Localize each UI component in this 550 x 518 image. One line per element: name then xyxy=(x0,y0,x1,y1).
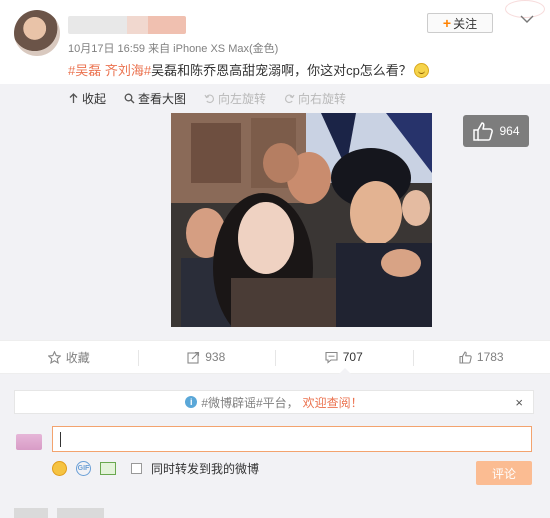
magnifier-icon xyxy=(124,93,135,104)
avatar[interactable] xyxy=(14,10,60,56)
repost-button[interactable]: 938 xyxy=(137,341,276,373)
favorite-label: 收藏 xyxy=(65,350,90,365)
comment-icon xyxy=(325,351,338,364)
media-panel: 收起 查看大图 向左旋转 向右旋转 964 xyxy=(0,84,550,340)
rumor-notice-bar: i #微博辟谣#平台， 欢迎查阅！ × xyxy=(14,390,534,414)
thumbs-up-icon xyxy=(459,350,472,364)
collapse-button[interactable]: 收起 xyxy=(68,90,106,107)
photo-like-button[interactable]: 964 xyxy=(463,115,529,147)
comment-panel: i #微博辟谣#平台， 欢迎查阅！ × GIF 同时转发到我的微博 评论 xyxy=(0,374,550,518)
media-toolbar: 收起 查看大图 向左旋转 向右旋转 xyxy=(68,90,346,107)
comment-input[interactable] xyxy=(52,426,532,452)
follow-button[interactable]: + 关注 xyxy=(427,13,493,33)
emoji-icon[interactable] xyxy=(52,461,67,476)
forward-checkbox[interactable] xyxy=(131,463,142,474)
rotate-right-button[interactable]: 向右旋转 xyxy=(284,90,346,107)
like-button[interactable]: 1783 xyxy=(412,341,550,373)
next-item-blurred xyxy=(14,508,104,518)
repost-count: 938 xyxy=(205,350,226,364)
repost-icon xyxy=(187,351,200,364)
collapse-label: 收起 xyxy=(82,92,107,106)
rotate-left-icon xyxy=(204,94,215,104)
gif-icon[interactable]: GIF xyxy=(76,461,91,476)
chevron-down-icon[interactable] xyxy=(520,14,534,24)
forward-label: 同时转发到我的微博 xyxy=(151,462,260,476)
comment-tools: GIF 同时转发到我的微博 xyxy=(52,460,259,477)
rotate-left-label: 向左旋转 xyxy=(218,92,267,106)
post-photo[interactable] xyxy=(171,113,432,327)
comment-button[interactable]: 707 xyxy=(275,341,413,374)
username-blurred[interactable] xyxy=(68,16,186,34)
post-body: 吴磊和陈乔恩高甜宠溺啊，你这对cp怎么看？ xyxy=(151,63,412,78)
follow-label: 关注 xyxy=(453,16,478,31)
notice-text[interactable]: #微博辟谣#平台， xyxy=(201,394,298,411)
view-large-label: 查看大图 xyxy=(138,92,187,106)
action-bar: 收藏 938 707 1783 xyxy=(0,340,550,374)
post-text: #吴磊 齐刘海#吴磊和陈乔恩高甜宠溺啊，你这对cp怎么看？ xyxy=(68,60,429,79)
post-meta: 10月17日 16:59 来自 iPhone XS Max(金色) xyxy=(68,43,279,55)
thumbs-up-icon xyxy=(473,122,494,141)
comment-count: 707 xyxy=(342,350,363,364)
smile-emoji-icon xyxy=(413,63,429,78)
image-icon[interactable] xyxy=(100,462,116,475)
comment-submit-button[interactable]: 评论 xyxy=(476,461,532,485)
arrow-up-icon xyxy=(69,93,78,103)
view-large-button[interactable]: 查看大图 xyxy=(124,90,186,107)
close-icon[interactable]: × xyxy=(515,395,523,410)
rotate-right-label: 向右旋转 xyxy=(298,92,347,106)
photo-like-count: 964 xyxy=(499,124,520,138)
star-icon xyxy=(47,350,61,364)
topic-tag-link[interactable]: #吴磊 齐刘海# xyxy=(68,63,151,78)
weibo-post-card: 10月17日 16:59 来自 iPhone XS Max(金色) + 关注 #… xyxy=(0,0,550,518)
like-count: 1783 xyxy=(476,350,504,364)
my-avatar xyxy=(16,434,42,450)
text-cursor xyxy=(60,432,61,447)
notice-link[interactable]: 欢迎查阅！ xyxy=(303,394,363,411)
rotate-left-button[interactable]: 向左旋转 xyxy=(204,90,266,107)
info-icon: i xyxy=(185,396,198,408)
favorite-button[interactable]: 收藏 xyxy=(0,341,138,373)
plus-icon: + xyxy=(442,15,452,31)
rotate-right-icon xyxy=(285,94,295,104)
